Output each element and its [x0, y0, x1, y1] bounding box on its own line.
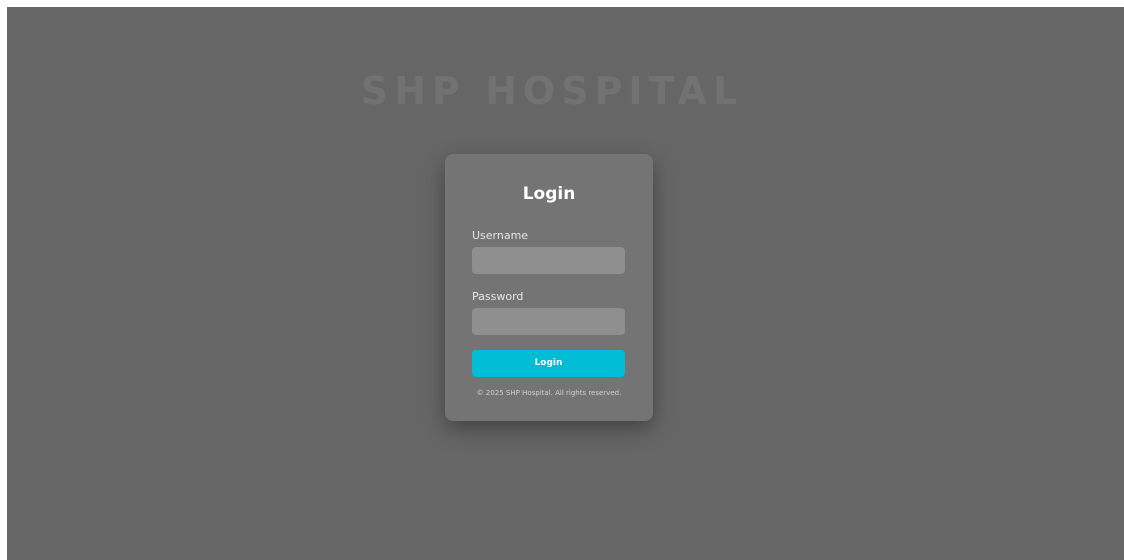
login-card: Login Username Password Login © 2025 SHP… — [445, 154, 653, 421]
username-input[interactable] — [472, 247, 625, 274]
password-input[interactable] — [472, 308, 625, 335]
login-page: SHP HOSPITAL Login Username Password Log… — [7, 7, 1124, 560]
password-label: Password — [472, 290, 524, 303]
username-label: Username — [472, 229, 529, 242]
login-title: Login — [522, 184, 576, 204]
brand-title: SHP HOSPITAL — [360, 69, 744, 113]
login-button[interactable]: Login — [472, 350, 625, 377]
copyright-text: © 2025 SHP Hospital. All rights reserved… — [476, 389, 622, 397]
